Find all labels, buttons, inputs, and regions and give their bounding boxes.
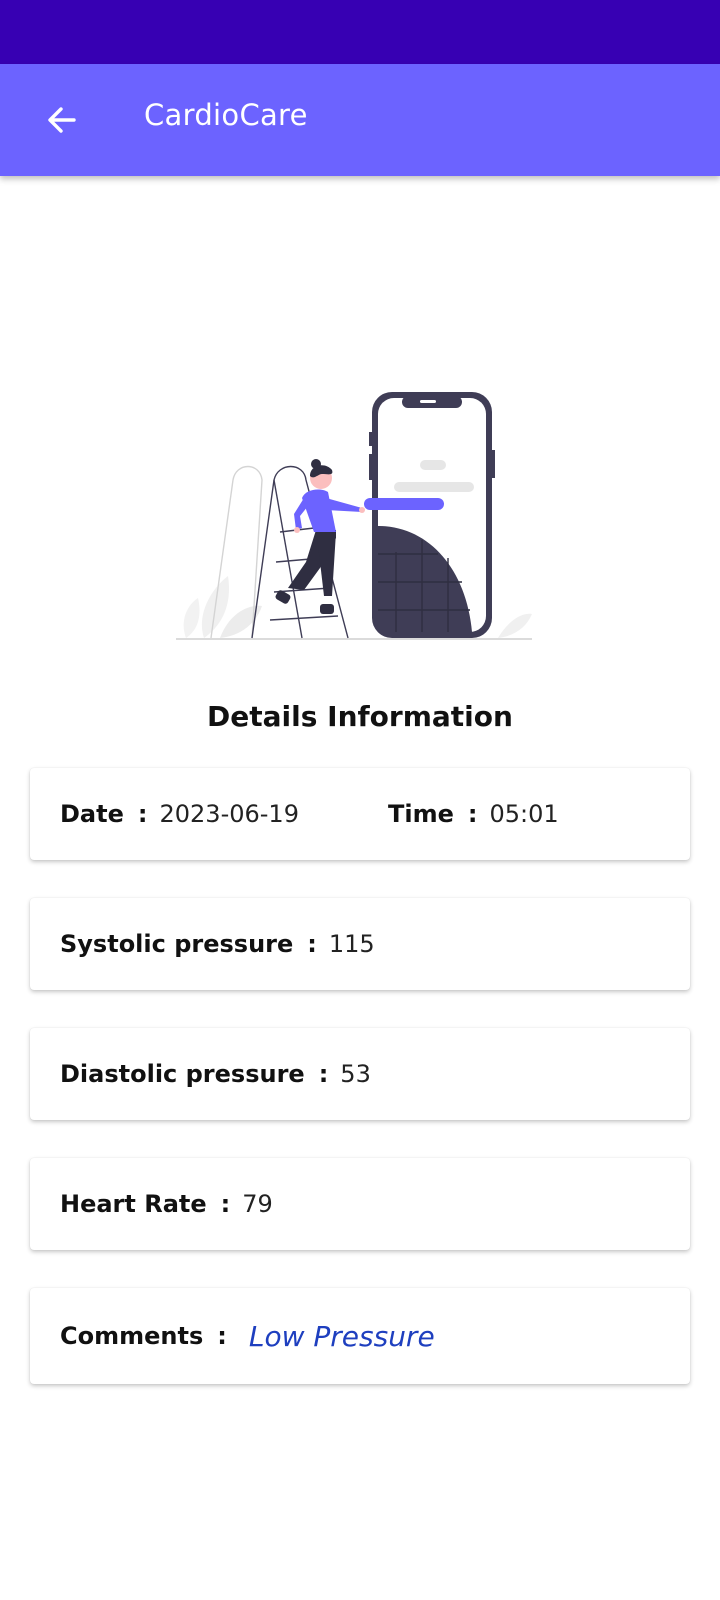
time-value: 05:01 (489, 800, 559, 828)
separator: : (318, 1060, 329, 1088)
systolic-value: 115 (328, 930, 375, 958)
date-value: 2023-06-19 (159, 800, 299, 828)
separator: : (217, 1322, 227, 1350)
health-illustration (176, 392, 532, 640)
heart-rate-card: Heart Rate : 79 (30, 1158, 690, 1250)
back-button[interactable] (30, 88, 94, 152)
diastolic-value: 53 (340, 1060, 371, 1088)
heart-rate-value: 79 (242, 1190, 273, 1218)
comments-card: Comments : Low Pressure (30, 1288, 690, 1384)
comments-label: Comments (60, 1322, 204, 1350)
diastolic-label: Diastolic pressure (60, 1060, 305, 1088)
time-label: Time (388, 800, 454, 828)
heart-rate-label: Heart Rate (60, 1190, 207, 1218)
separator: : (137, 800, 148, 828)
diastolic-card: Diastolic pressure : 53 (30, 1028, 690, 1120)
status-bar (0, 0, 720, 64)
section-title: Details Information (207, 700, 513, 733)
systolic-card: Systolic pressure : 115 (30, 898, 690, 990)
separator: : (307, 930, 317, 958)
app-bar: CardioCare (0, 64, 720, 176)
date-label: Date (60, 800, 124, 828)
separator: : (467, 800, 478, 828)
systolic-label: Systolic pressure (60, 930, 294, 958)
arrow-left-icon (48, 107, 76, 133)
separator: : (220, 1190, 231, 1218)
app-title: CardioCare (144, 98, 308, 132)
comments-value: Low Pressure (248, 1319, 435, 1353)
date-time-card: Date : 2023-06-19 Time : 05:01 (30, 768, 690, 860)
